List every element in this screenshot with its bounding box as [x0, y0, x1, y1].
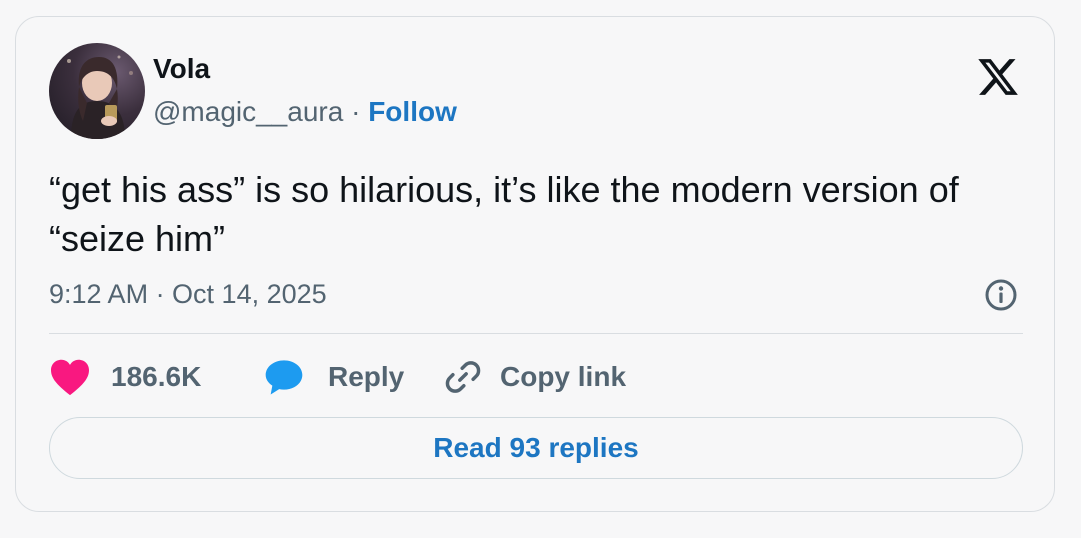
divider: [49, 333, 1023, 334]
tweet-timestamp[interactable]: 9:12 AM · Oct 14, 2025: [49, 279, 327, 310]
author-handle-row: @magic__aura · Follow: [153, 96, 457, 128]
info-icon[interactable]: [984, 278, 1018, 312]
tweet-text: “get his ass” is so hilarious, it’s like…: [49, 169, 959, 259]
handle-separator: ·: [343, 96, 369, 127]
like-button[interactable]: 186.6K: [49, 358, 264, 396]
copy-link-label: Copy link: [500, 361, 627, 392]
avatar[interactable]: [49, 43, 145, 139]
like-count: 186.6K: [111, 361, 202, 392]
link-icon: [445, 361, 481, 393]
x-logo-icon[interactable]: [976, 55, 1020, 99]
tweet-card: Vola @magic__aura · Follow “get his ass”…: [15, 16, 1055, 512]
speech-bubble-icon: [265, 360, 303, 395]
author-handle[interactable]: @magic__aura: [153, 96, 343, 127]
author-name[interactable]: Vola: [153, 53, 210, 85]
avatar-image: [67, 55, 133, 139]
reply-label: Reply: [328, 361, 405, 392]
heart-icon: [51, 359, 89, 396]
reply-button[interactable]: Reply: [264, 358, 444, 396]
copy-link-button[interactable]: Copy link: [444, 358, 626, 396]
action-bar: 186.6K Reply Copy link: [49, 355, 626, 399]
read-replies-button[interactable]: Read 93 replies: [49, 417, 1023, 479]
follow-button[interactable]: Follow: [368, 96, 457, 127]
